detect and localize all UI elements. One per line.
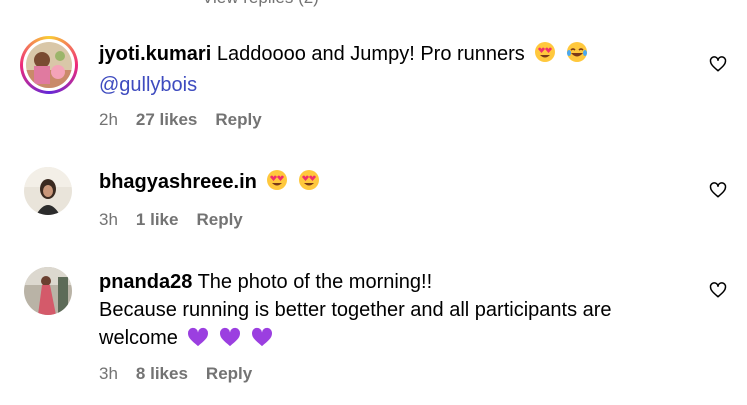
reply-button[interactable]: Reply: [215, 110, 261, 130]
comment-likes[interactable]: 1 like: [136, 210, 179, 230]
heart-eyes-emoji-icon: [534, 41, 556, 71]
avatar-story-ring[interactable]: [20, 36, 78, 94]
mention-link[interactable]: @gullybois: [99, 74, 197, 96]
purple-heart-icon: [219, 327, 241, 355]
tears-of-joy-emoji-icon: [566, 41, 588, 71]
comment-text: Laddoooo and Jumpy! Pro runners: [216, 43, 525, 65]
like-heart-icon[interactable]: [709, 181, 727, 199]
comment-body: jyoti.kumari Laddoooo and Jumpy! Pro run…: [99, 40, 679, 99]
purple-heart-icon: [187, 327, 209, 355]
avatar: [26, 42, 72, 88]
like-heart-icon[interactable]: [709, 55, 727, 73]
comment-timestamp: 2h: [99, 110, 118, 129]
like-heart-icon[interactable]: [709, 281, 727, 299]
avatar[interactable]: [24, 167, 72, 215]
comment-text: The photo of the morning!!: [197, 271, 433, 293]
comment-body: bhagyashreee.in: [99, 168, 679, 199]
comment-username[interactable]: pnanda28: [99, 271, 192, 293]
comment-meta: 3h 1 like Reply: [99, 210, 243, 230]
avatar[interactable]: [24, 267, 72, 315]
heart-eyes-emoji-icon: [266, 169, 288, 199]
comment-meta: 2h 27 likes Reply: [99, 110, 262, 130]
comment-timestamp: 3h: [99, 210, 118, 229]
comment-text-line3: welcome: [99, 327, 178, 349]
comment-meta: 3h 8 likes Reply: [99, 364, 252, 384]
heart-eyes-emoji-icon: [298, 169, 320, 199]
reply-button[interactable]: Reply: [196, 210, 242, 230]
comment-body: pnanda28 The photo of the morning!! Beca…: [99, 268, 679, 355]
view-replies-link[interactable]: View replies (2): [166, 0, 319, 8]
purple-heart-icon: [251, 327, 273, 355]
comment-likes[interactable]: 27 likes: [136, 110, 197, 130]
comment-username[interactable]: jyoti.kumari: [99, 43, 211, 65]
comment-username[interactable]: bhagyashreee.in: [99, 171, 257, 193]
comment-text-line2: Because running is better together and a…: [99, 299, 612, 321]
comment-likes[interactable]: 8 likes: [136, 364, 188, 384]
view-replies-label: View replies (2): [202, 0, 319, 8]
reply-button[interactable]: Reply: [206, 364, 252, 384]
comment-timestamp: 3h: [99, 364, 118, 383]
